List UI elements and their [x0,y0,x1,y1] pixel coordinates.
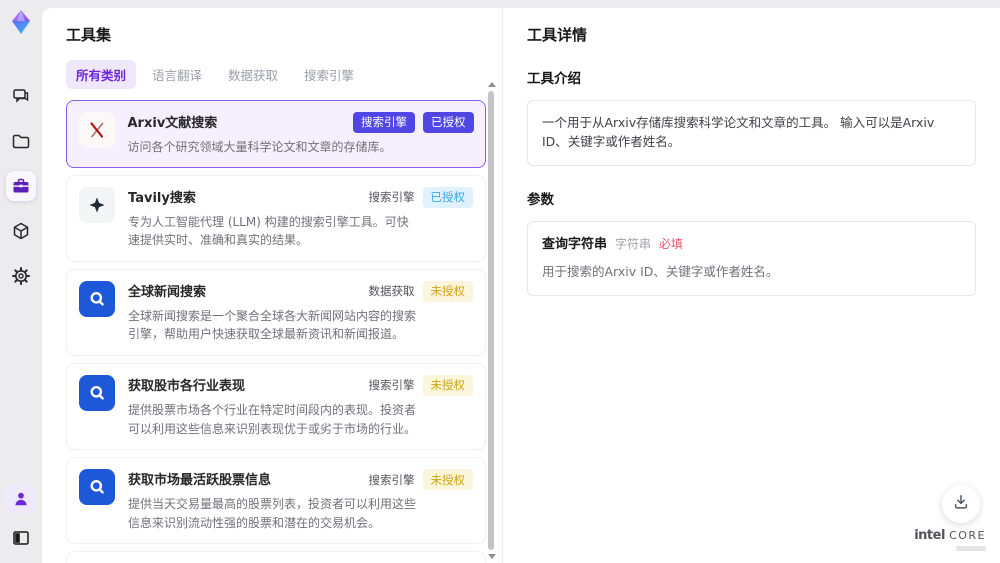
tool-card-header: 全球新闻搜索 数据获取 未授权 [128,280,473,302]
search-q-logo-icon [79,469,115,506]
tool-description: 全球新闻搜索是一个聚合全球各大新闻网站内容的搜索引擎，帮助用户快速获取全球最新资… [128,308,417,342]
intro-box: 一个用于从Arxiv存储库搜索科学论文和文章的工具。 输入可以是Arxiv ID… [527,100,976,166]
param-description: 用于搜索的Arxiv ID、关键字或作者姓名。 [542,264,779,279]
tool-badges: 搜索引擎 已授权 [368,186,473,208]
tool-card-body: 获取市场最活跃股票信息 搜索引擎 未授权 提供当天交易量最高的股票列表，投资者可… [128,469,473,532]
folder-icon [11,131,31,151]
tool-description: 访问各个研究领域大量科学论文和文章的存储库。 [127,139,392,154]
param-box: 查询字符串 字符串 必填 用于搜索的Arxiv ID、关键字或作者姓名。 [527,220,976,296]
intel-core-brand: intel CORE [914,528,986,551]
intro-text: 一个用于从Arxiv存储库搜索科学论文和文章的工具。 输入可以是Arxiv ID… [542,115,935,149]
chat-icon [11,86,31,106]
download-icon [952,493,970,515]
sidebar-bottom [6,484,36,553]
tool-card[interactable]: 万维地区新闻查询 搜索引擎 未授权 查询具体行政区划内的新闻，快速了解各地新闻动 [66,551,486,563]
tool-name: Arxiv文献搜索 [127,115,218,131]
tool-badges: 搜索引擎 未授权 [368,374,473,396]
tool-card[interactable]: 全球新闻搜索 数据获取 未授权 全球新闻搜索是一个聚合全球各大新闻网站内容的搜索… [66,268,486,356]
sidebar-item-account[interactable] [6,484,36,514]
tool-description: 专为人工智能代理 (LLM) 构建的搜索引擎工具。可快速提供实时、准确和真实的结… [128,214,409,248]
search-q-logo-icon [79,374,115,411]
sidebar-nav [6,81,36,291]
tavily-logo-icon [79,186,115,223]
sidebar [0,0,42,563]
tool-name: 获取股市各行业表现 [128,378,246,394]
category-badge: 搜索引擎 [368,378,415,393]
intel-wordmark: intel [914,528,945,543]
sidebar-item-models[interactable] [6,216,36,246]
param-header-row: 查询字符串 字符串 必填 [542,235,961,255]
arxiv-logo-icon [78,111,115,148]
params-heading: 参数 [527,191,554,208]
category-tab-3[interactable]: 搜索引擎 [294,60,364,89]
sidebar-item-tools[interactable] [6,171,36,201]
tool-detail-panel: 工具详情 工具介绍 一个用于从Arxiv存储库搜索科学论文和文章的工具。 输入可… [503,8,1000,563]
category-tab-1[interactable]: 语言翻译 [142,60,212,89]
tool-card-body: 获取股市各行业表现 搜索引擎 未授权 提供股票市场各个行业在特定时间段内的表现。… [128,374,473,438]
sidebar-item-chat[interactable] [6,81,36,111]
auth-status-badge: 未授权 [422,469,473,491]
tool-card-body: Arxiv文献搜索 搜索引擎 已授权 访问各个研究领域大量科学论文和文章的存储库… [127,111,474,157]
cube-icon [11,221,31,241]
tool-card-body: 全球新闻搜索 数据获取 未授权 全球新闻搜索是一个聚合全球各大新闻网站内容的搜索… [128,280,473,344]
category-badge: 搜索引擎 [368,472,415,487]
sidebar-item-files[interactable] [6,126,36,156]
tool-badges: 数据获取 未授权 [368,280,473,302]
intel-core-logo: intel CORE [914,528,986,543]
scroll-up-arrow-icon[interactable] [488,82,496,87]
user-icon [12,490,30,508]
tool-cards: Arxiv文献搜索 搜索引擎 已授权 访问各个研究领域大量科学论文和文章的存储库… [66,100,486,563]
toolbox-icon [11,176,31,196]
tool-description: 提供当天交易量最高的股票列表，投资者可以利用这些信息来识别流动性强的股票和潜在的… [128,497,417,530]
category-badge: 数据获取 [368,284,415,299]
param-required-badge: 必填 [659,236,684,251]
tool-name: 全球新闻搜索 [128,284,207,300]
scrollbar-thumb[interactable] [488,91,494,550]
main-panel: 工具集 所有类别 语言翻译 数据获取 搜索引擎 Arxiv文献搜索 搜索引擎 已授权 … [42,8,1000,563]
intro-heading: 工具介绍 [527,71,581,87]
gear-icon [11,266,31,286]
app-logo-icon[interactable] [6,7,36,37]
list-scrollbar[interactable] [487,82,496,559]
tool-card-header: Arxiv文献搜索 搜索引擎 已授权 [127,111,474,133]
auth-status-badge: 未授权 [422,374,473,396]
tool-card[interactable]: Arxiv文献搜索 搜索引擎 已授权 访问各个研究领域大量科学论文和文章的存储库… [66,100,486,168]
category-tab-0[interactable]: 所有类别 [66,60,137,89]
tool-badges: 搜索引擎 未授权 [368,469,473,491]
param-type: 字符串 [615,236,652,251]
search-q-logo-icon [79,280,115,317]
core-wordmark: CORE [949,529,986,542]
download-button[interactable] [942,485,980,523]
auth-status-badge: 未授权 [422,280,473,302]
tool-card[interactable]: 获取股市各行业表现 搜索引擎 未授权 提供股票市场各个行业在特定时间段内的表现。… [66,362,486,451]
tool-name: 获取市场最活跃股票信息 [128,473,272,489]
category-tab-2[interactable]: 数据获取 [218,60,288,89]
page-title: 工具集 [66,26,112,44]
tool-description: 提供股票市场各个行业在特定时间段内的表现。投资者可以利用这些信息来识别表现优于或… [128,402,417,436]
category-badge: 搜索引擎 [353,111,415,133]
auth-status-badge: 已授权 [422,186,473,208]
tool-card[interactable]: Tavily搜索 搜索引擎 已授权 专为人工智能代理 (LLM) 构建的搜索引擎… [66,174,486,262]
param-name: 查询字符串 [542,236,608,252]
tool-card-header: 获取股市各行业表现 搜索引擎 未授权 [128,374,473,396]
category-tabs: 所有类别 语言翻译 数据获取 搜索引擎 [66,60,470,89]
tool-card-header: 获取市场最活跃股票信息 搜索引擎 未授权 [128,469,473,491]
auth-status-badge: 已授权 [423,111,474,133]
app-window: 工具集 所有类别 语言翻译 数据获取 搜索引擎 Arxiv文献搜索 搜索引擎 已授权 … [0,0,1000,563]
scroll-down-arrow-icon[interactable] [488,554,496,559]
tool-card-header: Tavily搜索 搜索引擎 已授权 [128,186,473,208]
tool-list-panel: 工具集 所有类别 语言翻译 数据获取 搜索引擎 Arxiv文献搜索 搜索引擎 已授权 … [42,8,503,563]
category-badge: 搜索引擎 [368,190,415,205]
sidebar-item-settings[interactable] [6,261,36,291]
sidebar-item-collapse[interactable] [6,523,36,553]
tool-badges: 搜索引擎 已授权 [353,111,474,133]
panel-toggle-icon [11,528,31,548]
detail-title: 工具详情 [527,26,588,44]
tool-card[interactable]: 获取市场最活跃股票信息 搜索引擎 未授权 提供当天交易量最高的股票列表，投资者可… [66,457,486,545]
tool-card-body: Tavily搜索 搜索引擎 已授权 专为人工智能代理 (LLM) 构建的搜索引擎… [128,186,473,250]
brand-subline [956,546,986,551]
tool-name: Tavily搜索 [128,190,196,206]
